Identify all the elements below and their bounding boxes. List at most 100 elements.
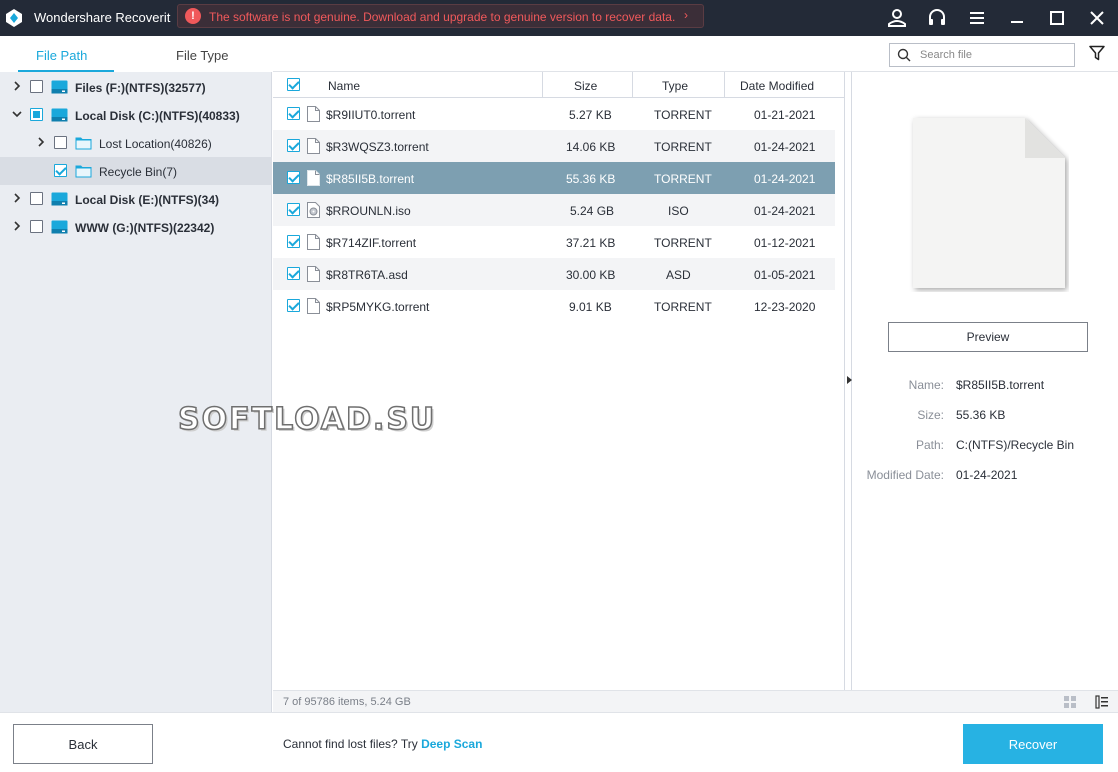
disc-image-file-icon xyxy=(307,202,320,218)
prop-date-value: 01-24-2021 xyxy=(956,468,1018,482)
file-name: $RROUNLN.iso xyxy=(326,204,411,218)
drive-icon xyxy=(51,220,68,234)
file-date: 01-21-2021 xyxy=(754,108,816,122)
file-type: ISO xyxy=(668,204,689,218)
menu-icon[interactable] xyxy=(965,6,989,30)
file-type: TORRENT xyxy=(654,236,712,250)
deep-scan-hint: Cannot find lost files? Try Deep Scan xyxy=(283,737,482,751)
account-icon[interactable] xyxy=(885,6,909,30)
file-size: 55.36 KB xyxy=(566,172,616,186)
close-icon[interactable] xyxy=(1085,6,1109,30)
grid-view-icon[interactable] xyxy=(1063,695,1077,709)
maximize-icon[interactable] xyxy=(1045,6,1069,30)
preview-panel-toggle[interactable] xyxy=(844,72,852,690)
tree-item-lost-location[interactable]: Lost Location(40826) xyxy=(0,129,272,157)
file-icon xyxy=(307,234,320,250)
folder-icon xyxy=(75,137,92,150)
tab-file-type[interactable]: File Type xyxy=(176,48,229,63)
support-headset-icon[interactable] xyxy=(925,6,949,30)
bottom-bar: Back Cannot find lost files? Try Deep Sc… xyxy=(0,712,1118,772)
hint-text: Cannot find lost files? Try xyxy=(283,737,418,751)
prop-name-value: $R85II5B.torrent xyxy=(956,378,1045,392)
file-name: $R3WQSZ3.torrent xyxy=(326,140,429,154)
file-name: $R9IIUT0.torrent xyxy=(326,108,416,122)
recover-button[interactable]: Recover xyxy=(963,724,1103,764)
file-preview-thumbnail-icon xyxy=(913,118,1065,288)
table-row[interactable]: $RROUNLN.iso 5.24 GB ISO 01-24-2021 xyxy=(273,194,835,226)
deep-scan-link[interactable]: Deep Scan xyxy=(421,737,482,751)
prop-size-value: 55.36 KB xyxy=(956,408,1006,422)
row-checkbox[interactable] xyxy=(287,267,300,280)
file-date: 01-24-2021 xyxy=(754,172,816,186)
chevron-right-icon[interactable] xyxy=(12,193,22,203)
tree-item-files-f[interactable]: Files (F:)(NTFS)(32577) xyxy=(0,73,272,101)
tree-item-label: Recycle Bin(7) xyxy=(99,165,178,179)
row-checkbox[interactable] xyxy=(287,107,300,120)
warning-icon: ! xyxy=(185,8,201,24)
chevron-right-icon[interactable] xyxy=(12,81,22,91)
column-header-name[interactable]: Name xyxy=(328,72,360,98)
table-row[interactable]: $R3WQSZ3.torrent 14.06 KB TORRENT 01-24-… xyxy=(273,130,835,162)
row-checkbox[interactable] xyxy=(287,171,300,184)
file-icon xyxy=(307,298,320,314)
table-row[interactable]: $RP5MYKG.torrent 9.01 KB TORRENT 12-23-2… xyxy=(273,290,835,322)
tree-item-www-g[interactable]: WWW (G:)(NTFS)(22342) xyxy=(0,213,272,241)
left-panel: File Path File Type Files (F:)(NTFS)(325… xyxy=(0,36,272,712)
file-icon xyxy=(307,138,320,154)
search-input[interactable] xyxy=(920,47,1070,63)
not-genuine-warning-banner[interactable]: ! The software is not genuine. Download … xyxy=(177,4,704,28)
file-type: ASD xyxy=(666,268,691,282)
file-date: 01-24-2021 xyxy=(754,204,816,218)
chevron-right-icon[interactable] xyxy=(36,137,46,147)
tree-checkbox[interactable] xyxy=(30,220,43,233)
tree-item-recycle-bin[interactable]: Recycle Bin(7) xyxy=(0,157,272,185)
column-header-type[interactable]: Type xyxy=(662,72,688,98)
title-bar: Wondershare Recoverit ! The software is … xyxy=(0,0,1118,36)
search-box[interactable] xyxy=(889,43,1075,67)
prop-name-label: Name: xyxy=(908,378,944,392)
filter-icon[interactable] xyxy=(1089,45,1105,61)
back-button[interactable]: Back xyxy=(13,724,153,764)
file-date: 12-23-2020 xyxy=(754,300,816,314)
tab-file-path[interactable]: File Path xyxy=(36,48,87,63)
select-all-checkbox[interactable] xyxy=(287,78,300,91)
collapse-arrow-icon[interactable] xyxy=(847,376,852,384)
row-checkbox[interactable] xyxy=(287,139,300,152)
table-row[interactable]: $R714ZIF.torrent 37.21 KB TORRENT 01-12-… xyxy=(273,226,835,258)
file-size: 14.06 KB xyxy=(566,140,616,154)
column-separator xyxy=(632,72,633,98)
watermark-text: SOFTLOAD.SU xyxy=(177,401,437,438)
prop-path-label: Path: xyxy=(915,438,944,452)
list-view-icon[interactable] xyxy=(1095,695,1109,709)
tree-checkbox[interactable] xyxy=(54,164,67,177)
row-checkbox[interactable] xyxy=(287,203,300,216)
row-checkbox[interactable] xyxy=(287,299,300,312)
drive-icon xyxy=(51,192,68,206)
tree-checkbox[interactable] xyxy=(30,108,43,121)
tree-checkbox[interactable] xyxy=(30,80,43,93)
prop-date-label: Modified Date: xyxy=(866,468,944,482)
column-header-size[interactable]: Size xyxy=(574,72,597,98)
column-separator xyxy=(542,72,543,98)
tree-checkbox[interactable] xyxy=(54,136,67,149)
tree-item-local-disk-e[interactable]: Local Disk (E:)(NTFS)(34) xyxy=(0,185,272,213)
minimize-icon[interactable] xyxy=(1005,6,1029,30)
table-row[interactable]: $R8TR6TA.asd 30.00 KB ASD 01-05-2021 xyxy=(273,258,835,290)
preview-button[interactable]: Preview xyxy=(888,322,1088,352)
column-header-date-modified[interactable]: Date Modified xyxy=(740,72,814,98)
folder-icon xyxy=(75,165,92,178)
table-header: Name Size Type Date Modified xyxy=(273,72,844,98)
chevron-right-icon: › xyxy=(684,8,688,22)
file-name: $RP5MYKG.torrent xyxy=(326,300,430,314)
tree-item-local-disk-c[interactable]: Local Disk (C:)(NTFS)(40833) xyxy=(0,101,272,129)
tree-checkbox[interactable] xyxy=(30,192,43,205)
table-row-selected[interactable]: $R85II5B.torrent 55.36 KB TORRENT 01-24-… xyxy=(273,162,835,194)
status-bar: 7 of 95786 items, 5.24 GB xyxy=(273,690,1118,712)
table-row[interactable]: $R9IIUT0.torrent 5.27 KB TORRENT 01-21-2… xyxy=(273,98,835,130)
chevron-right-icon[interactable] xyxy=(12,221,22,231)
app-title: Wondershare Recoverit xyxy=(34,10,171,25)
item-count-status: 7 of 95786 items, 5.24 GB xyxy=(283,696,411,708)
row-checkbox[interactable] xyxy=(287,235,300,248)
tree-item-label: Lost Location(40826) xyxy=(99,137,212,151)
chevron-down-icon[interactable] xyxy=(12,109,22,119)
